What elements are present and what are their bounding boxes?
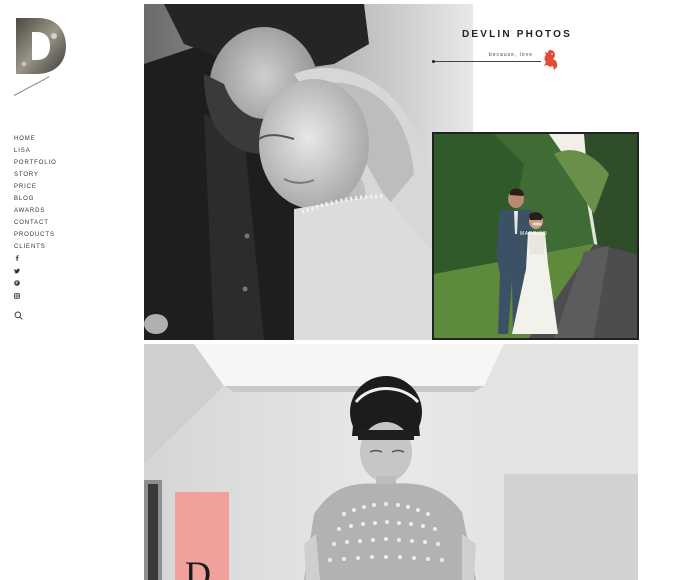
- nav-item-products[interactable]: PRODUCTS: [14, 229, 57, 241]
- twitter-icon[interactable]: [14, 268, 22, 276]
- instagram-icon[interactable]: [14, 292, 22, 301]
- pinterest-icon[interactable]: [14, 280, 22, 288]
- nav-item-blog[interactable]: BLOG: [14, 193, 57, 205]
- nav-item-portfolio[interactable]: PORTFOLIO: [14, 157, 57, 169]
- nav-item-home[interactable]: HOME: [14, 133, 57, 145]
- facebook-icon[interactable]: [14, 255, 22, 263]
- couple-embrace-photo[interactable]: [144, 4, 473, 340]
- nav-item-awards[interactable]: AWARDS: [14, 205, 57, 217]
- nav-item-contact[interactable]: CONTACT: [14, 217, 57, 229]
- logo-letter-d: [16, 18, 66, 74]
- search-icon[interactable]: [14, 311, 23, 320]
- main-nav: HOME LISA PORTFOLIO STORY PRICE BLOG AWA…: [14, 133, 57, 253]
- tagline-rule: [433, 61, 541, 62]
- overlay-letter: D: [185, 554, 211, 580]
- married-label: MARRIED: [520, 231, 548, 237]
- logo[interactable]: [14, 16, 68, 76]
- couple-photo-image: [144, 4, 473, 340]
- tagline: because, love: [489, 52, 533, 58]
- tagline-dot: [432, 60, 435, 63]
- nav-item-clients[interactable]: CLIENTS: [14, 241, 57, 253]
- nav-item-story[interactable]: STORY: [14, 169, 57, 181]
- social-links: [14, 255, 22, 305]
- nav-item-price[interactable]: PRICE: [14, 181, 57, 193]
- decorative-divider: [13, 76, 50, 96]
- nav-item-lisa[interactable]: LISA: [14, 145, 57, 157]
- bird-icon: [541, 49, 559, 71]
- site-title[interactable]: DEVLIN PHOTOS: [452, 29, 582, 40]
